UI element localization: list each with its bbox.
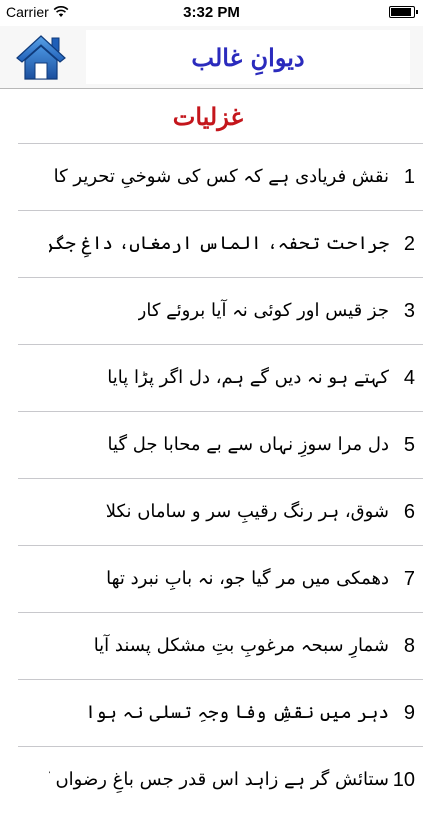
home-button[interactable] [14, 32, 68, 82]
item-number: 9 [403, 702, 415, 724]
item-title: جز قیس اور کوئی نہ آیا بروئے کار [137, 300, 389, 321]
item-title: نقش فریادی ہے کہ کس کی شوخیِ تحریر کا [53, 166, 389, 187]
list-item[interactable]: 7 دھمکی میں مر گیا جو، نہ بابِ نبرد تھا [18, 545, 423, 612]
list-item[interactable]: 3 جز قیس اور کوئی نہ آیا بروئے کار [18, 277, 423, 344]
item-number: 8 [403, 635, 415, 657]
item-number: 4 [403, 367, 415, 389]
status-bar: Carrier 3:32 PM [0, 0, 423, 26]
section-header: غزلیات [0, 100, 423, 140]
list-item[interactable]: 4 کہتے ہو نہ دیں گے ہم، دل اگر پڑا پایا [18, 344, 423, 411]
item-title: دہر میں نقشِ وفا وجہِ تسلی نہ ہوا [85, 702, 389, 723]
section-title: غزلیات [172, 102, 243, 131]
list-item[interactable]: 9 دہر میں نقشِ وفا وجہِ تسلی نہ ہوا [18, 679, 423, 746]
item-number: 10 [392, 769, 415, 791]
item-title: شوق، ہر رنگ رقیبِ سر و ساماں نکلا [105, 501, 389, 522]
home-icon [16, 35, 66, 80]
list-item[interactable]: 1 نقش فریادی ہے کہ کس کی شوخیِ تحریر کا [18, 143, 423, 210]
item-title: شمارِ سبحہ مرغوبِ بتِ مشکل پسند آیا [93, 635, 389, 656]
ghazal-list: 1 نقش فریادی ہے کہ کس کی شوخیِ تحریر کا … [0, 143, 423, 813]
list-item[interactable]: 2 جراحت تحفہ، الماس ارمغاں، داغِ جگر ہدی… [18, 210, 423, 277]
battery-level [391, 8, 411, 16]
title-box: دیوانِ غالب [86, 30, 410, 84]
page-title: دیوانِ غالب [191, 42, 305, 72]
item-number: 7 [403, 568, 415, 590]
item-number: 3 [403, 300, 415, 322]
item-number: 1 [403, 166, 415, 188]
list-item[interactable]: 10 ستائش گر ہے زاہد اس قدر جس باغِ رضواں… [18, 746, 423, 813]
item-title: دھمکی میں مر گیا جو، نہ بابِ نبرد تھا [106, 568, 389, 589]
battery-icon [389, 6, 418, 18]
item-title: کہتے ہو نہ دیں گے ہم، دل اگر پڑا پایا [107, 367, 389, 388]
item-title: ستائش گر ہے زاہد اس قدر جس باغِ رضواں کا [49, 769, 389, 790]
list-item[interactable]: 5 دل مرا سوزِ نہاں سے بے محابا جل گیا [18, 411, 423, 478]
list-item[interactable]: 8 شمارِ سبحہ مرغوبِ بتِ مشکل پسند آیا [18, 612, 423, 679]
item-number: 2 [403, 233, 415, 255]
item-number: 6 [403, 501, 415, 523]
list-item[interactable]: 6 شوق، ہر رنگ رقیبِ سر و ساماں نکلا [18, 478, 423, 545]
item-number: 5 [403, 434, 415, 456]
status-time: 3:32 PM [183, 4, 240, 21]
item-title: جراحت تحفہ، الماس ارمغاں، داغِ جگر ہدیہ [49, 233, 389, 254]
item-title: دل مرا سوزِ نہاں سے بے محابا جل گیا [107, 434, 389, 455]
navigation-bar: دیوانِ غالب [0, 26, 423, 89]
